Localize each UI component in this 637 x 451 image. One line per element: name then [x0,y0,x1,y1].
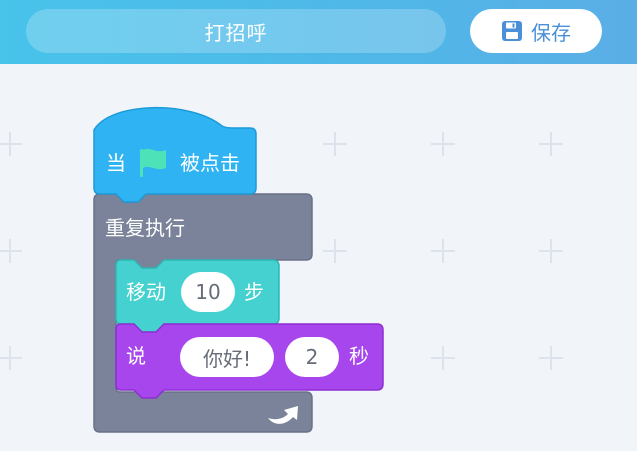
message-value: 你好! [202,346,252,371]
repeat-forever-label: 重复执行 [105,216,185,240]
project-title-text: 打招呼 [204,20,268,45]
floppy-disk-icon [501,20,523,42]
steps-value: 10 [195,280,221,304]
message-input[interactable]: 你好! [180,337,274,377]
when-label: 当 [106,151,126,175]
steps-input[interactable]: 10 [181,272,235,312]
seconds-value: 2 [305,345,319,369]
script-stack [93,106,384,433]
project-title-field[interactable]: 打招呼 [26,9,446,53]
say-label: 说 [126,344,146,368]
clicked-label: 被点击 [180,151,240,175]
save-button[interactable]: 保存 [470,9,602,53]
save-label: 保存 [531,20,571,45]
top-bar: 打招呼 保存 [0,0,637,64]
move-label: 移动 [126,280,166,304]
seconds-unit-label: 秒 [349,344,369,368]
code-workspace[interactable]: 当 被点击 重复执行 移动 10 步 说 你好! 2 秒 [0,64,637,451]
steps-unit-label: 步 [244,280,264,304]
seconds-input[interactable]: 2 [285,337,339,377]
